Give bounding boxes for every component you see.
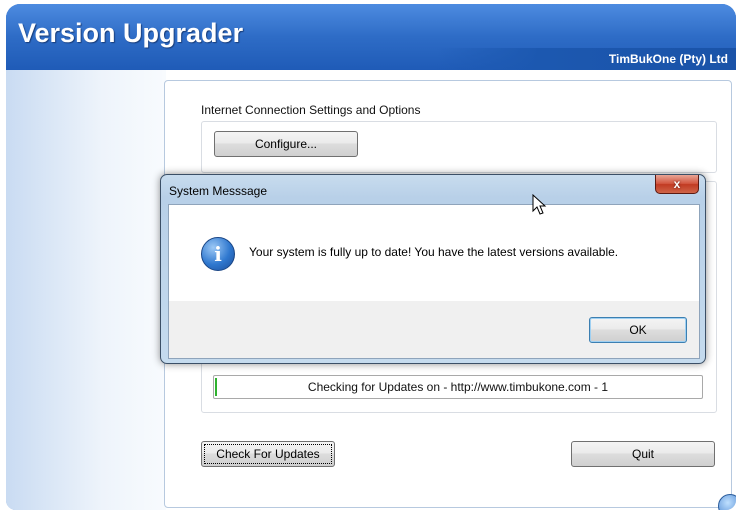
close-icon: x: [673, 177, 681, 191]
dialog-message-area: i Your system is fully up to date! You h…: [169, 205, 699, 301]
dialog-title: System Messsage: [169, 184, 268, 198]
progress-indicator: [215, 378, 217, 396]
mouse-cursor-icon: [532, 194, 547, 215]
company-name: TimBukOne (Pty) Ltd: [608, 52, 728, 66]
system-message-dialog: System Messsage x i Your system is fully…: [160, 174, 706, 364]
app-header: Version Upgrader TimBukOne (Pty) Ltd: [6, 4, 736, 70]
dialog-message: Your system is fully up to date! You hav…: [249, 245, 619, 259]
quit-button[interactable]: Quit: [571, 441, 715, 467]
dialog-client-area: i Your system is fully up to date! You h…: [168, 204, 700, 359]
close-button[interactable]: x: [655, 175, 699, 194]
app-title: Version Upgrader: [18, 18, 244, 48]
update-status-field: Checking for Updates on - http://www.tim…: [213, 375, 703, 399]
update-status-text: Checking for Updates on - http://www.tim…: [307, 380, 609, 394]
sidebar: [6, 70, 166, 510]
connection-group: Configure...: [201, 121, 717, 173]
check-for-updates-button[interactable]: Check For Updates: [201, 441, 335, 467]
corner-orb-icon: [718, 494, 736, 510]
info-icon: i: [201, 237, 235, 271]
configure-button[interactable]: Configure...: [214, 131, 358, 157]
connection-settings-label: Internet Connection Settings and Options: [201, 103, 421, 117]
ok-button[interactable]: OK: [589, 317, 687, 343]
